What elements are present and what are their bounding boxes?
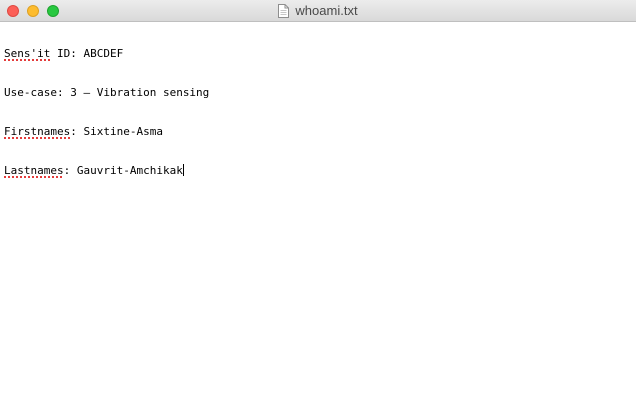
text-area[interactable]: Sens'it ID: ABCDEF Use-case: 3 – Vibrati… <box>4 21 632 401</box>
line-text: ID: ABCDEF <box>50 47 124 60</box>
line-key: Use-case <box>4 86 57 99</box>
line-text: : 3 – Vibration sensing <box>56 86 210 99</box>
minimize-button[interactable] <box>27 5 39 17</box>
line-text: : Gauvrit-Amchikak <box>63 164 183 177</box>
spell-flagged-word: Sens'it <box>4 47 51 60</box>
close-button[interactable] <box>7 5 19 17</box>
title-bar[interactable]: whoami.txt <box>0 0 636 22</box>
zoom-button[interactable] <box>47 5 59 17</box>
line-text: : Sixtine-Asma <box>70 125 163 138</box>
spell-flagged-word: Lastnames <box>4 164 64 177</box>
text-line: Sens'it ID: ABCDEF <box>4 47 632 60</box>
window-title-group: whoami.txt <box>0 0 636 22</box>
text-caret <box>182 164 184 176</box>
text-line: Lastnames: Gauvrit-Amchikak <box>4 164 632 177</box>
text-line: Use-case: 3 – Vibration sensing <box>4 86 632 99</box>
document-icon <box>278 4 290 18</box>
spell-flagged-word: Firstnames <box>4 125 71 138</box>
text-editor-window: whoami.txt Sens'it ID: ABCDEF Use-case: … <box>0 0 636 407</box>
text-line: Firstnames: Sixtine-Asma <box>4 125 632 138</box>
window-title: whoami.txt <box>295 3 358 18</box>
